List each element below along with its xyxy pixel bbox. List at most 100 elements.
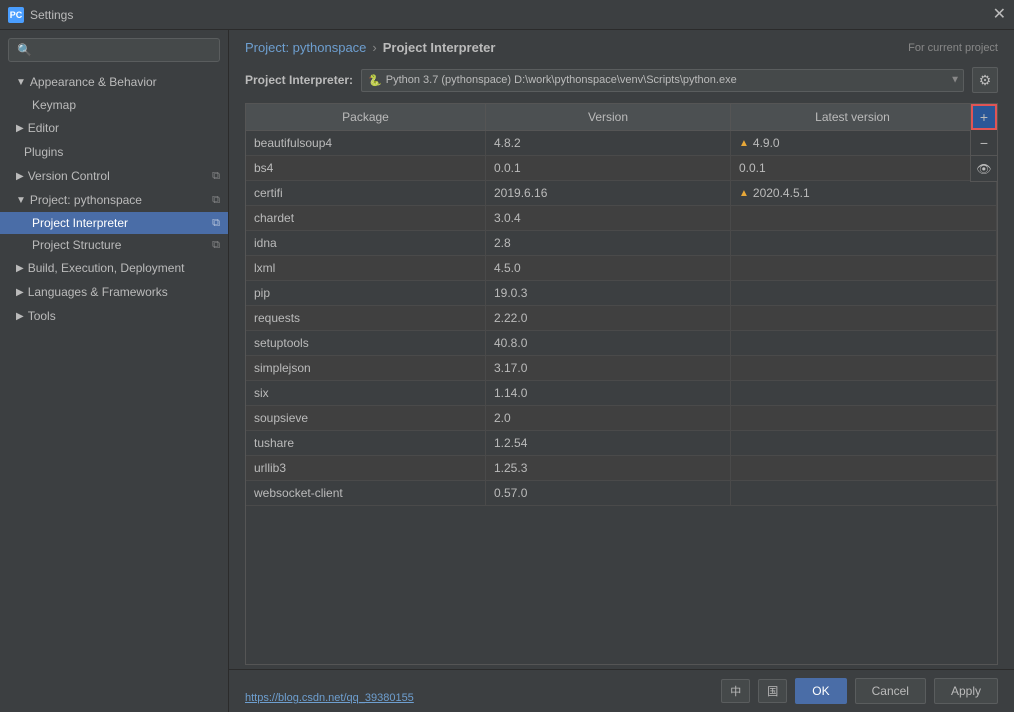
sidebar-item-languages[interactable]: ▶ Languages & Frameworks [0,280,228,304]
table-header: Package Version Latest version [246,104,997,131]
csdn-link[interactable]: https://blog.csdn.net/qq_39380155 [245,692,414,704]
latest-version-cell [731,406,997,430]
sidebar-item-project[interactable]: ▼ Project: pythonspace ⧉ [0,188,228,212]
sidebar-item-version-control[interactable]: ▶ Version Control ⧉ [0,164,228,188]
sidebar-item-label: Languages & Frameworks [28,285,168,299]
latest-version-cell [731,381,997,405]
sidebar-item-appearance[interactable]: ▼ Appearance & Behavior [0,70,228,94]
lang-zh-button[interactable]: 中 [721,679,750,703]
sidebar-item-label: Plugins [24,145,63,159]
breadcrumb-current: Project Interpreter [383,40,496,55]
sidebar-item-project-structure[interactable]: Project Structure ⧉ [0,234,228,256]
table-row[interactable]: tushare1.2.54 [246,431,997,456]
version-cell: 1.25.3 [486,456,731,480]
eye-button[interactable]: 👁 [971,156,997,182]
copy-icon: ⧉ [212,239,220,252]
table-row[interactable]: certifi2019.6.16▲2020.4.5.1 [246,181,997,206]
table-row[interactable]: requests2.22.0 [246,306,997,331]
table-row[interactable]: beautifulsoup44.8.2▲4.9.0 [246,131,997,156]
latest-version-cell: ▲2020.4.5.1 [731,181,997,205]
interpreter-dropdown[interactable]: 🐍 Python 3.7 (pythonspace) D:\work\pytho… [361,69,964,92]
package-cell: idna [246,231,486,255]
table-row[interactable]: simplejson3.17.0 [246,356,997,381]
copy-icon: ⧉ [212,217,220,230]
package-cell: six [246,381,486,405]
table-row[interactable]: six1.14.0 [246,381,997,406]
remove-package-button[interactable]: − [971,130,997,156]
sidebar-item-label: Project Structure [32,238,121,252]
search-input[interactable] [8,38,220,62]
latest-version-cell [731,281,997,305]
package-cell: soupsieve [246,406,486,430]
latest-version-cell [731,431,997,455]
version-cell: 3.17.0 [486,356,731,380]
latest-version-cell [731,256,997,280]
arrow-icon: ▶ [16,171,24,182]
version-cell: 19.0.3 [486,281,731,305]
interpreter-select-wrapper: 🐍 Python 3.7 (pythonspace) D:\work\pytho… [361,69,964,92]
table-row[interactable]: pip19.0.3 [246,281,997,306]
package-cell: setuptools [246,331,486,355]
gear-button[interactable]: ⚙ [972,67,998,93]
package-cell: certifi [246,181,486,205]
package-cell: simplejson [246,356,486,380]
sidebar-item-build[interactable]: ▶ Build, Execution, Deployment [0,256,228,280]
sidebar: ▼ Appearance & Behavior Keymap ▶ Editor … [0,30,229,712]
main-layout: ▼ Appearance & Behavior Keymap ▶ Editor … [0,30,1014,712]
version-cell: 0.57.0 [486,481,731,505]
version-cell: 2.0 [486,406,731,430]
package-cell: beautifulsoup4 [246,131,486,155]
version-cell: 0.0.1 [486,156,731,180]
version-cell: 2019.6.16 [486,181,731,205]
sidebar-item-editor[interactable]: ▶ Editor [0,116,228,140]
sidebar-item-tools[interactable]: ▶ Tools [0,304,228,328]
arrow-icon: ▶ [16,263,24,274]
cancel-button[interactable]: Cancel [855,678,926,704]
apply-button[interactable]: Apply [934,678,998,704]
sidebar-item-label: Version Control [28,169,110,183]
breadcrumb-parent: Project: pythonspace [245,40,366,55]
sidebar-item-plugins[interactable]: Plugins [0,140,228,164]
table-row[interactable]: setuptools40.8.0 [246,331,997,356]
version-cell: 2.8 [486,231,731,255]
package-cell: tushare [246,431,486,455]
table-row[interactable]: bs40.0.10.0.1 [246,156,997,181]
latest-version-cell [731,481,997,505]
sidebar-item-label: Keymap [32,98,76,112]
table-row[interactable]: soupsieve2.0 [246,406,997,431]
table-actions: + − 👁 [970,104,997,182]
title-bar: PC Settings ✕ [0,0,1014,30]
latest-version-cell [731,456,997,480]
add-package-button[interactable]: + [971,104,997,130]
column-package: Package [246,104,486,130]
lang-cn-button[interactable]: 国 [758,679,787,703]
sidebar-item-label: Appearance & Behavior [30,75,157,89]
latest-version-cell [731,206,997,230]
copy-icon: ⧉ [212,170,220,183]
sidebar-item-label: Build, Execution, Deployment [28,261,185,275]
packages-table: Package Version Latest version beautiful… [245,103,998,665]
close-button[interactable]: ✕ [993,7,1006,23]
table-row[interactable]: lxml4.5.0 [246,256,997,281]
table-row[interactable]: websocket-client0.57.0 [246,481,997,506]
table-row[interactable]: chardet3.0.4 [246,206,997,231]
version-cell: 2.22.0 [486,306,731,330]
sidebar-item-label: Tools [28,309,56,323]
latest-version-cell: ▲4.9.0 [731,131,997,155]
window-title: Settings [30,8,73,22]
interpreter-value: Python 3.7 (pythonspace) D:\work\pythons… [386,74,737,86]
package-cell: lxml [246,256,486,280]
sidebar-item-project-interpreter[interactable]: Project Interpreter ⧉ [0,212,228,234]
version-cell: 4.8.2 [486,131,731,155]
sidebar-item-keymap[interactable]: Keymap [0,94,228,116]
sidebar-item-label: Project: pythonspace [30,193,142,207]
table-row[interactable]: idna2.8 [246,231,997,256]
package-cell: pip [246,281,486,305]
version-cell: 4.5.0 [486,256,731,280]
table-body: beautifulsoup44.8.2▲4.9.0bs40.0.10.0.1ce… [246,131,997,664]
for-project-label: For current project [908,42,998,54]
table-row[interactable]: urllib31.25.3 [246,456,997,481]
app-icon: PC [8,7,24,23]
bottom-bar: https://blog.csdn.net/qq_39380155 中 国 OK… [229,669,1014,712]
ok-button[interactable]: OK [795,678,846,704]
